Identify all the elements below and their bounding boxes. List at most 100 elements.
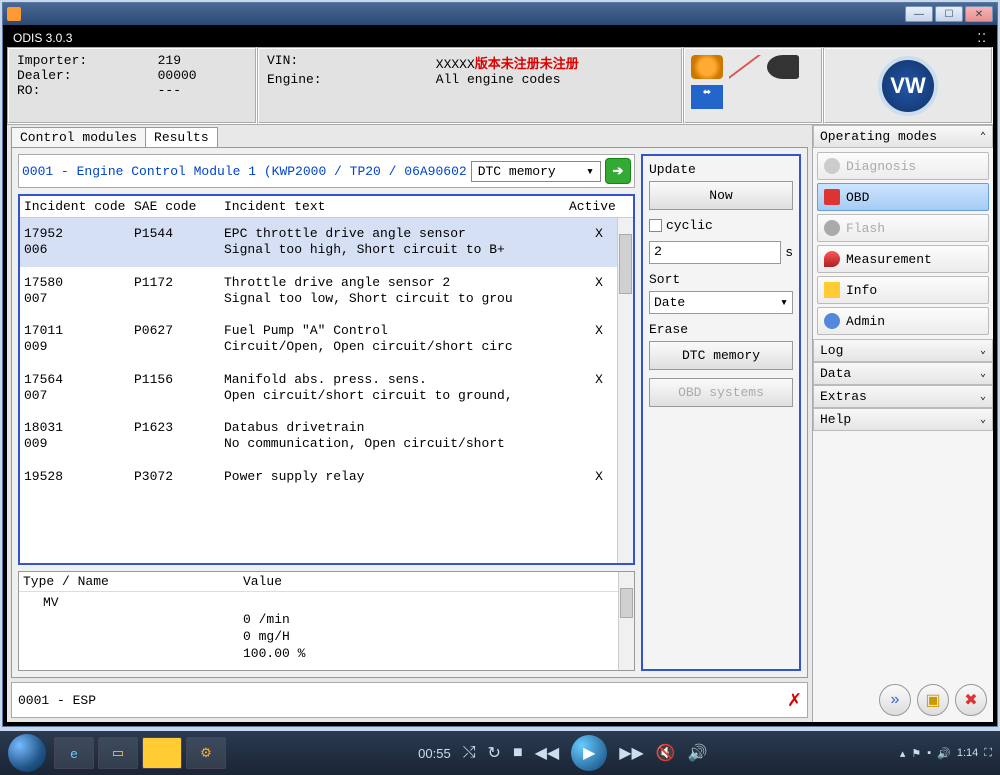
gear-icon xyxy=(824,313,840,329)
module-label: 0001 - Engine Control Module 1 (KWP2000 … xyxy=(22,164,467,179)
col-incident-code[interactable]: Incident code xyxy=(24,199,134,214)
tray-fullscreen-icon[interactable]: ⛶ xyxy=(984,747,992,760)
obd-icon xyxy=(824,189,840,205)
volume-icon[interactable]: 🔊 xyxy=(688,743,708,763)
bottom-action-buttons: » ▣ ✖ xyxy=(813,678,993,722)
media-player-window: ― ☐ ✕ ODIS 3.0.3 ⁚⁚ Importer: 219 Dealer… xyxy=(2,2,998,727)
explorer-taskbar-icon[interactable]: ▭ xyxy=(98,737,138,769)
shuffle-icon[interactable]: ⤭ xyxy=(463,744,476,762)
diagnosis-icon xyxy=(824,158,840,174)
cyclic-unit: s xyxy=(785,245,793,260)
tab-control-modules[interactable]: Control modules xyxy=(11,127,146,148)
table-row[interactable]: 17952 006 P1544 EPC throttle drive angle… xyxy=(20,218,633,267)
ro-label: RO: xyxy=(17,83,138,98)
playback-time: 00:55 xyxy=(418,746,451,761)
tab-content: 0001 - Engine Control Module 1 (KWP2000 … xyxy=(11,147,808,678)
obd-button[interactable]: OBD xyxy=(817,183,989,211)
side-panel: Operating modes⌃ Diagnosis OBD Flash Mea… xyxy=(813,125,993,722)
prev-icon[interactable]: ◀◀ xyxy=(535,743,560,763)
now-button[interactable]: Now xyxy=(649,181,793,210)
usb-icon: ⬌ xyxy=(691,85,723,109)
repeat-icon[interactable]: ↻ xyxy=(488,743,501,763)
value-scrollbar[interactable] xyxy=(618,572,634,670)
importer-label: Importer: xyxy=(17,53,138,68)
cancel-button[interactable]: ✖ xyxy=(955,684,987,716)
col-type-name[interactable]: Type / Name xyxy=(23,574,243,589)
table-row[interactable]: 17580 007 P1172 Throttle drive angle sen… xyxy=(20,267,633,316)
tray-network-icon[interactable]: ▪ xyxy=(927,747,931,759)
dealer-label: Dealer: xyxy=(17,68,138,83)
status-text: 0001 - ESP xyxy=(18,693,96,708)
forward-button[interactable]: » xyxy=(879,684,911,716)
col-sae-code[interactable]: SAE code xyxy=(134,199,224,214)
dtc-body[interactable]: 17952 006 P1544 EPC throttle drive angle… xyxy=(20,218,633,563)
controls-column: Update Now cyclic s Sort xyxy=(641,154,801,671)
col-value[interactable]: Value xyxy=(243,574,630,589)
windows-taskbar[interactable]: e ▭ ⚙ 00:55 ⤭ ↻ ■ ◀◀ ▶ ▶▶ 🔇 🔊 ▴ ⚑ ▪ 🔊 1:… xyxy=(0,731,1000,775)
table-row[interactable]: 17011 009 P0627 Fuel Pump "A" Control Ci… xyxy=(20,315,633,364)
diagnosis-button[interactable]: Diagnosis xyxy=(817,152,989,180)
player-content: ODIS 3.0.3 ⁚⁚ Importer: 219 Dealer: 0000… xyxy=(3,25,997,726)
table-row[interactable]: 19528 P3072 Power supply relay X xyxy=(20,461,633,493)
status-bar: 0001 - ESP ✗ xyxy=(11,682,808,718)
vw-logo-icon: VW xyxy=(878,56,938,116)
info-button[interactable]: Info xyxy=(817,276,989,304)
tray-volume-icon[interactable]: 🔊 xyxy=(937,747,951,760)
vin-label: VIN: xyxy=(267,53,416,72)
cyclic-checkbox[interactable] xyxy=(649,219,662,232)
stop-icon[interactable]: ■ xyxy=(513,744,523,762)
start-button[interactable] xyxy=(8,734,46,772)
extras-section[interactable]: Extras⌄ xyxy=(813,385,993,408)
col-active[interactable]: Active xyxy=(569,199,629,214)
help-section[interactable]: Help⌄ xyxy=(813,408,993,431)
dealer-info-panel: Importer: 219 Dealer: 00000 RO: --- xyxy=(7,47,257,124)
flash-icon xyxy=(824,220,840,236)
tab-results[interactable]: Results xyxy=(145,127,218,148)
table-row[interactable]: 17564 007 P1156 Manifold abs. press. sen… xyxy=(20,364,633,413)
header-row: Importer: 219 Dealer: 00000 RO: --- VIN:… xyxy=(7,47,993,125)
erase-dtc-button[interactable]: DTC memory xyxy=(649,341,793,370)
cyclic-input[interactable] xyxy=(649,241,781,264)
admin-button[interactable]: Admin xyxy=(817,307,989,335)
vin-warning: 版本未注册未注册 xyxy=(475,57,579,72)
log-section[interactable]: Log⌄ xyxy=(813,339,993,362)
status-close-icon[interactable]: ✗ xyxy=(788,687,801,713)
key-icon xyxy=(767,55,799,79)
screenshot-button[interactable]: ▣ xyxy=(917,684,949,716)
ie-taskbar-icon[interactable]: e xyxy=(54,737,94,769)
close-button[interactable]: ✕ xyxy=(965,6,993,22)
book-icon xyxy=(824,282,840,298)
maximize-button[interactable]: ☐ xyxy=(935,6,963,22)
minimize-button[interactable]: ― xyxy=(905,6,933,22)
results-left: 0001 - Engine Control Module 1 (KWP2000 … xyxy=(18,154,635,671)
module-selector-row: 0001 - Engine Control Module 1 (KWP2000 … xyxy=(18,154,635,188)
system-tray[interactable]: ▴ ⚑ ▪ 🔊 1:14 ⛶ xyxy=(900,747,992,760)
app-taskbar-icon[interactable] xyxy=(142,737,182,769)
tray-up-icon[interactable]: ▴ xyxy=(900,747,906,760)
dtc-scrollbar[interactable] xyxy=(617,218,633,563)
player-titlebar: ― ☐ ✕ xyxy=(3,3,997,25)
data-section[interactable]: Data⌄ xyxy=(813,362,993,385)
window-controls: ― ☐ ✕ xyxy=(905,6,993,22)
measurement-button[interactable]: Measurement xyxy=(817,245,989,273)
function-dropdown[interactable]: DTC memory▾ xyxy=(471,161,601,182)
col-incident-text[interactable]: Incident text xyxy=(224,199,569,214)
tray-time[interactable]: 1:14 xyxy=(957,747,978,759)
play-button[interactable]: ▶ xyxy=(571,735,607,771)
connection-icons: ⬌ xyxy=(683,47,823,124)
execute-button[interactable]: ➔ xyxy=(605,158,631,184)
flash-button[interactable]: Flash xyxy=(817,214,989,242)
obd-systems-button[interactable]: OBD systems xyxy=(649,378,793,407)
engine-value: All engine codes xyxy=(436,72,673,87)
operating-modes-header[interactable]: Operating modes⌃ xyxy=(813,125,993,148)
mute-icon[interactable]: 🔇 xyxy=(656,743,676,763)
app-menu-icon[interactable]: ⁚⁚ xyxy=(977,31,987,45)
tray-flag-icon[interactable]: ⚑ xyxy=(911,747,921,760)
dtc-header: Incident code SAE code Incident text Act… xyxy=(20,196,633,218)
next-icon[interactable]: ▶▶ xyxy=(619,743,644,763)
media-player-controls: 00:55 ⤭ ↻ ■ ◀◀ ▶ ▶▶ 🔇 🔊 xyxy=(418,735,708,771)
sort-dropdown[interactable]: Date▾ xyxy=(649,291,793,314)
table-row[interactable]: 18031 009 P1623 Databus drivetrain No co… xyxy=(20,412,633,461)
odis-taskbar-icon[interactable]: ⚙ xyxy=(186,737,226,769)
brand-logo-panel: VW xyxy=(823,47,993,124)
